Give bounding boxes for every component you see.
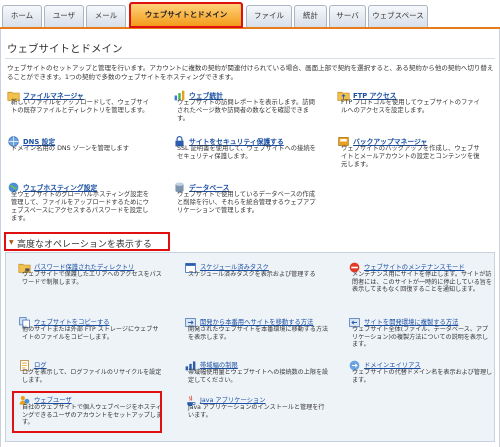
- tool-title[interactable]: 開発から本番用へサイトを移動する方法: [200, 317, 313, 326]
- tab-home[interactable]: ホーム: [2, 5, 42, 27]
- intro-text: ウェブサイトのセットアップと管理を行います。アカウントに複数の契約が関連付けられ…: [7, 64, 494, 81]
- tab-mail[interactable]: メール: [86, 5, 126, 27]
- divider: [5, 58, 495, 59]
- tool-description: ウェブサイトで使用しているデータベースの作成と削除を行い、それらを統合管理するウ…: [177, 191, 316, 214]
- tool-title[interactable]: 帯域幅の制限: [200, 360, 238, 369]
- tool-title[interactable]: パスワード保護されたディレクトリ: [34, 262, 134, 271]
- tab-users[interactable]: ユーザ: [44, 5, 84, 27]
- tool-description: ウェブサイトで保護したエリアへのアクセスをパスワードで制限します。: [22, 271, 162, 286]
- tool-description: ウェブサイト全体(ファイル、データベース、アプリケーション)の複製方法についての…: [352, 326, 489, 349]
- tab-statistics[interactable]: 統計: [294, 5, 327, 27]
- tool-title[interactable]: スケジュール済みタスク: [200, 262, 269, 271]
- tool-description: 他のサイトまたは外部 FTP ストレージにウェブサイトのファイルをコピーします。: [22, 326, 159, 341]
- tab-files[interactable]: ファイル: [246, 5, 292, 27]
- tool-description: SSL 証明書を使用して、ウェブサイトへの接続をセキュリティ保護します。: [177, 145, 316, 160]
- expand-arrow-icon: ▼: [9, 239, 14, 246]
- tool-description: スケジュール済みタスクを表示および管理する: [188, 271, 316, 278]
- tool-description: ウェブサイトのバックアップを作成し、ウェブサイトとメールアカウントの設定とコンテ…: [341, 145, 480, 168]
- tool-title[interactable]: ウェブサイトをコピーする: [34, 317, 110, 326]
- tool-description: ウェブサイトの代替ドメイン名を表示および管理します。: [352, 369, 493, 384]
- tab-server[interactable]: サーバ: [329, 5, 366, 27]
- tab-webspace[interactable]: ウェブスペース: [368, 5, 428, 27]
- tool-description: 新しいファイルをアップロードして、ウェブサイトの既存ファイルとディレクトリを管理…: [11, 99, 150, 114]
- tool-title[interactable]: Java アプリケーション: [200, 395, 266, 404]
- tool-title[interactable]: ドメインエイリアス: [364, 360, 421, 369]
- page-title: ウェブサイトとドメイン: [7, 43, 123, 55]
- advanced-toggle-label: 高度なオペレーションを表示する: [17, 240, 152, 250]
- tool-description: 開発されたウェブサイトを本番環境に移動する方法を表示します。: [188, 326, 329, 341]
- tool-title[interactable]: ログ: [34, 360, 47, 369]
- tool-description: メンテナンス用にサイトを停止します。サイトが訪問者には、このサイトが一時的に停止…: [352, 271, 492, 294]
- show-advanced-operations-toggle[interactable]: ▼ 高度なオペレーションを表示する: [4, 232, 170, 251]
- tool-description: 全ウェブサイトのグローバルホスティング設定を管理して、ファイルをアップロードする…: [11, 191, 150, 222]
- main-tab-bar: ホーム ユーザ メール ウェブサイトとドメイン ファイル 統計 サーバ ウェブス…: [0, 0, 500, 29]
- tool-description: Java アプリケーションのインストールと管理を行います。: [188, 404, 325, 419]
- page-content: ウェブサイトとドメイン ウェブサイトのセットアップと管理を行います。アカウントに…: [0, 29, 500, 447]
- tool-description: ウェブサイトの訪問レポートを表示します。訪問されたページ数や訪問者の数などを確認…: [177, 99, 315, 122]
- tool-title[interactable]: ウェブサイトのメンテナンスモード: [364, 262, 465, 271]
- tool-description: 帯域幅使用量とウェブサイトへの接続数の上限を設定してください。: [188, 369, 329, 384]
- tool-description: ドメイン名用の DNS ゾーンを管理します: [11, 145, 129, 152]
- tool-description: ログを表示して、ログファイルのリサイクルを設定します。: [22, 369, 162, 384]
- advanced-operations-panel: パスワード保護されたディレクトリ ウェブサイトで保護したエリアへのアクセスをパス…: [5, 252, 495, 442]
- web-users-highlight: [12, 391, 162, 433]
- tool-description: FTP プロトコルを使用してウェブサイトのファイルへのアクセスを設定します。: [341, 99, 480, 114]
- tool-title[interactable]: サイトを開発環境に複製する方法: [364, 317, 458, 326]
- tab-websites-domains[interactable]: ウェブサイトとドメイン: [129, 2, 243, 28]
